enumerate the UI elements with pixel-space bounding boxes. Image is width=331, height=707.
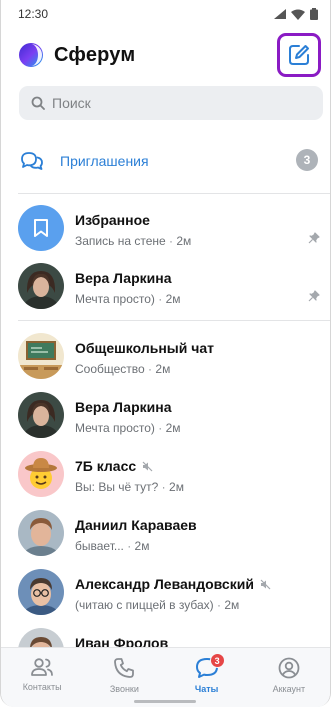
search-placeholder: Поиск xyxy=(52,95,91,111)
chat-name: Избранное xyxy=(75,212,150,228)
search-icon xyxy=(31,96,45,110)
tab-label: Звонки xyxy=(109,684,139,694)
search-input[interactable]: Поиск xyxy=(19,86,323,120)
chat-item-favorites[interactable]: Избранное Запись на стене · 2м xyxy=(1,198,330,256)
chat-item[interactable]: Общешкольный чат Сообщество · 2м xyxy=(1,326,330,384)
chat-name-text: Избранное xyxy=(75,212,150,228)
invites-count-badge: 3 xyxy=(296,149,318,171)
chat-preview-prefix: Вы: xyxy=(75,480,95,494)
chat-preview: бывает... · 2м xyxy=(75,539,150,553)
cowboy-emoji-icon xyxy=(25,458,57,489)
avatar xyxy=(18,263,64,309)
classroom-icon xyxy=(18,333,64,379)
tab-label: Контакты xyxy=(22,682,62,692)
woman-photo-icon xyxy=(18,392,64,438)
chat-name: Александр Левандовский xyxy=(75,576,271,592)
chat-item[interactable]: Вера Ларкина Мечта просто) · 2м xyxy=(1,385,330,443)
chat-name-text: Общешкольный чат xyxy=(75,340,215,356)
tab-contacts[interactable]: Контакты xyxy=(1,648,83,707)
status-icons xyxy=(274,8,318,20)
divider xyxy=(18,320,330,321)
chat-name-text: Александр Левандовский xyxy=(75,576,254,592)
chat-preview-text: бывает... xyxy=(75,539,124,553)
chat-preview: Сообщество · 2м xyxy=(75,362,171,376)
avatar xyxy=(18,510,64,556)
chat-preview: Запись на стене · 2м xyxy=(75,234,192,248)
chat-preview-text: Вы чё тут? xyxy=(98,480,159,494)
chat-preview-text: Сообщество xyxy=(75,362,145,376)
avatar xyxy=(18,451,64,497)
chat-item[interactable]: Александр Левандовский (читаю с пиццей в… xyxy=(1,562,330,620)
man-photo-icon xyxy=(18,510,64,556)
wifi-icon xyxy=(291,9,305,20)
chat-preview-text: Запись на стене xyxy=(75,234,166,248)
chat-name-text: Вера Ларкина xyxy=(75,270,172,286)
phone-icon xyxy=(114,658,135,678)
home-indicator[interactable] xyxy=(134,700,196,703)
app-header: Сферум xyxy=(1,30,330,80)
chat-preview: (читаю с пиццей в зубах) · 2м xyxy=(75,598,240,612)
chat-item[interactable]: 7Б класс Вы: Вы чё тут? · 2м xyxy=(1,444,330,502)
bottom-tab-bar: Контакты Звонки 3 Чаты Аккаунт xyxy=(1,647,330,707)
man-glasses-photo-icon xyxy=(18,569,64,615)
bookmark-avatar xyxy=(18,205,64,251)
chat-preview: Мечта просто) · 2м xyxy=(75,421,181,435)
invites-label: Приглашения xyxy=(60,153,149,169)
chat-preview-text: Мечта просто) xyxy=(75,421,155,435)
chat-preview: Вы: Вы чё тут? · 2м xyxy=(75,480,184,494)
tab-calls[interactable]: Звонки xyxy=(83,648,165,707)
chat-preview: Мечта просто) · 2м xyxy=(75,292,181,306)
chat-time: 2м xyxy=(165,421,181,435)
chat-time: 2м xyxy=(176,234,192,248)
contacts-icon xyxy=(31,658,54,676)
tab-account[interactable]: Аккаунт xyxy=(248,648,330,707)
muted-icon xyxy=(142,461,153,471)
tab-chats[interactable]: 3 Чаты xyxy=(166,648,248,707)
chat-time: 2м xyxy=(224,598,240,612)
muted-icon xyxy=(260,579,271,589)
chat-name: Даниил Караваев xyxy=(75,517,197,533)
chat-item[interactable]: Вера Ларкина Мечта просто) · 2м xyxy=(1,256,330,314)
avatar xyxy=(18,392,64,438)
invites-row[interactable]: Приглашения 3 xyxy=(1,140,330,182)
chat-name: 7Б класс xyxy=(75,458,153,474)
divider xyxy=(18,193,330,194)
chat-time: 2м xyxy=(165,292,181,306)
signal-icon xyxy=(274,9,286,19)
tab-label: Аккаунт xyxy=(272,684,306,694)
avatar xyxy=(18,333,64,379)
app-logo-icon xyxy=(19,43,43,67)
pin-icon xyxy=(308,290,320,302)
chat-name: Вера Ларкина xyxy=(75,270,172,286)
avatar xyxy=(18,569,64,615)
pin-icon xyxy=(308,232,320,244)
app-title: Сферум xyxy=(54,43,136,66)
battery-icon xyxy=(310,8,318,20)
app-screen: 12:30 Сферум Поиск Приглашения 3 Избранн… xyxy=(0,0,331,707)
woman-photo-icon xyxy=(18,263,64,309)
chat-name-text: Даниил Караваев xyxy=(75,517,197,533)
chat-preview-text: Мечта просто) xyxy=(75,292,155,306)
status-time: 12:30 xyxy=(18,7,49,21)
chat-item[interactable]: Даниил Караваев бывает... · 2м xyxy=(1,503,330,561)
bookmark-icon xyxy=(34,219,48,237)
chat-time: 2м xyxy=(169,480,184,494)
tab-label: Чаты xyxy=(194,684,219,694)
compose-icon xyxy=(289,45,309,65)
chats-unread-badge: 3 xyxy=(209,653,225,668)
chat-time: 2м xyxy=(155,362,171,376)
chat-name: Вера Ларкина xyxy=(75,399,172,415)
account-icon xyxy=(278,657,300,679)
chat-name: Общешкольный чат xyxy=(75,340,214,356)
status-bar: 12:30 xyxy=(1,0,330,28)
chat-name-text: 7Б класс xyxy=(75,458,137,474)
compose-button[interactable] xyxy=(277,33,321,77)
chat-name-text: Вера Ларкина xyxy=(75,399,172,415)
chat-preview-text: (читаю с пиццей в зубах) xyxy=(75,598,214,612)
invites-chat-icon xyxy=(21,152,43,170)
chat-time: 2м xyxy=(134,539,150,553)
